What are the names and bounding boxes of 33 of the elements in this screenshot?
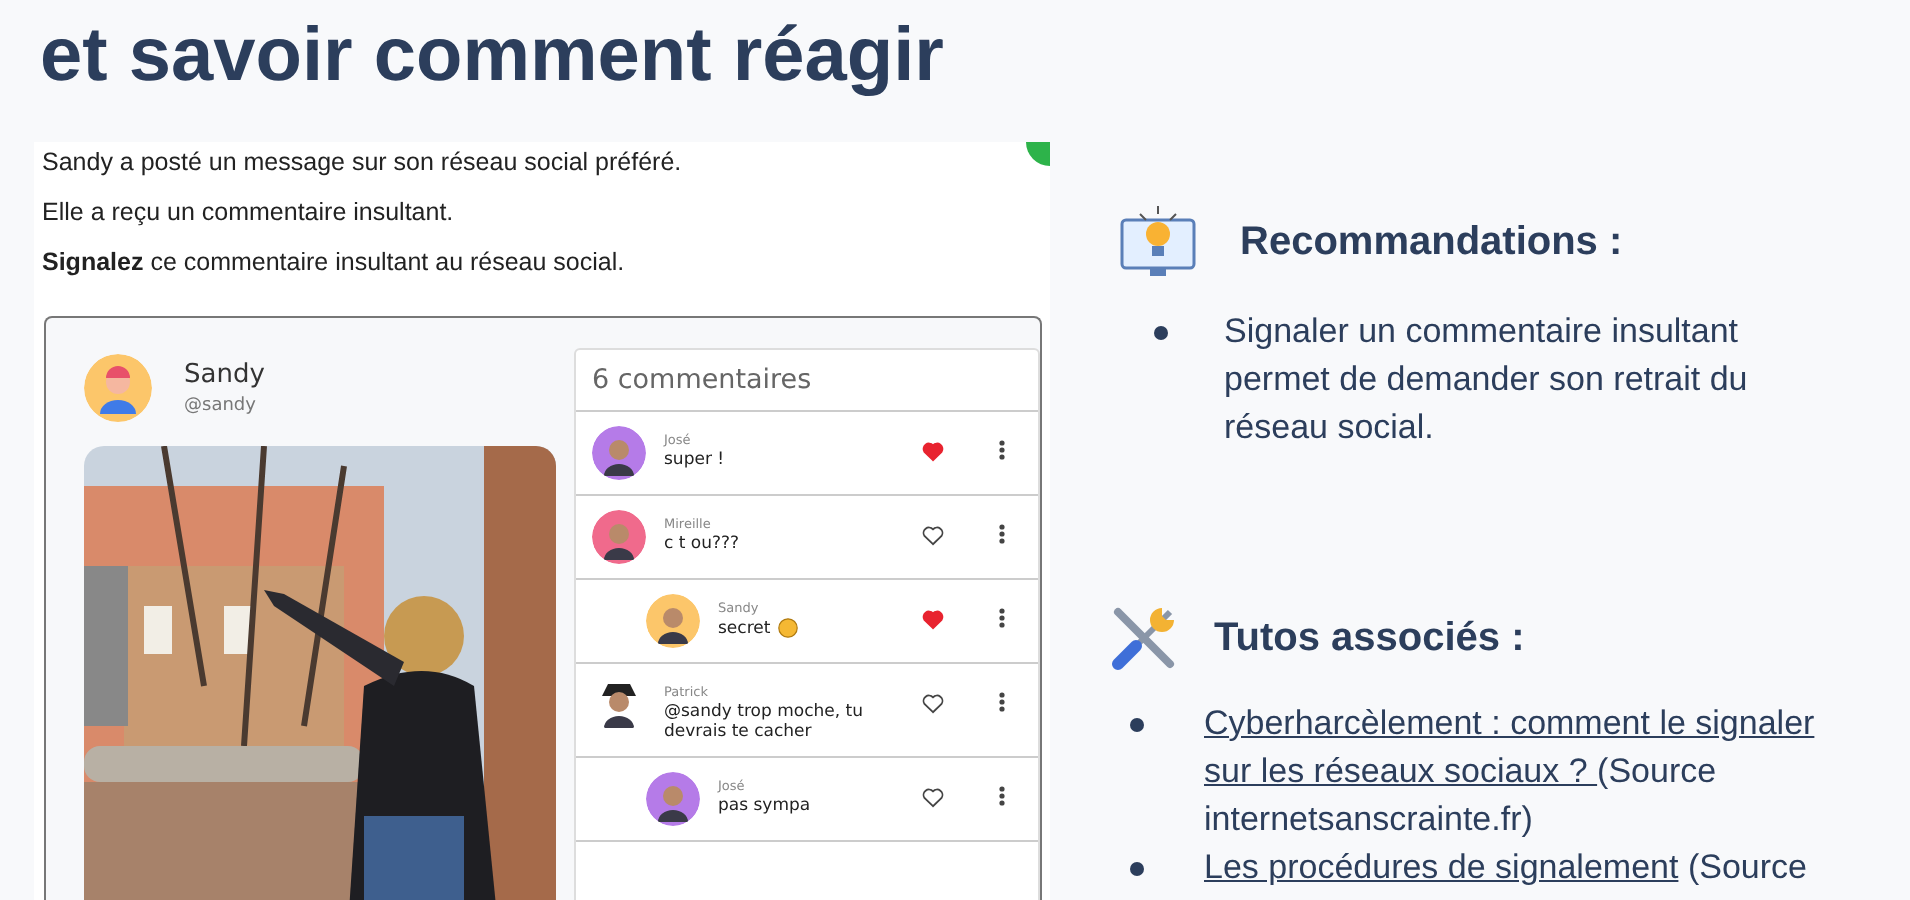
page-title: et savoir comment réagir [38,12,946,100]
instruction-text: Elle a reçu un commentaire insultant. [42,198,456,228]
bullet-icon [1154,326,1168,340]
more-options-icon[interactable] [998,440,1006,461]
tutorial-link-text[interactable]: Cyberharcèlement : comment le signaler sur les réseaux sociaux ? (Source internetsanscrainte.fr) [1204,700,1850,844]
comment-text: c t ou??? [664,534,740,555]
tutorial-link-text[interactable]: Les procédures de signalement (Source [1204,844,1807,892]
heart-icon[interactable] [922,442,944,463]
more-options-icon[interactable] [998,786,1006,807]
comment-text: secret [718,619,771,640]
section-heading: Tutos associés : [1214,614,1525,662]
author-handle: @sandy [184,394,258,420]
lightbulb-monitor-icon [1120,204,1196,280]
comment-text: super ! [664,450,725,471]
avatar-icon [84,354,152,422]
heart-icon[interactable] [922,610,944,631]
heart-icon[interactable] [922,788,944,809]
more-options-icon[interactable] [998,524,1006,545]
comment-text: pas sympa [718,796,811,817]
section-heading: Recommandations : [1240,218,1623,266]
tools-icon [1110,604,1178,672]
heart-icon[interactable] [922,526,944,547]
instruction-text: Signalez ce commentaire insultant au réseau social. [42,248,627,278]
bullet-icon [1130,718,1144,732]
instruction-text: Sandy a posté un message sur son réseau social préféré. [42,148,684,178]
author-name: Sandy [184,357,265,393]
more-options-icon[interactable] [998,692,1006,713]
recommendation-text: Signaler un commentaire insultant permet de demander son retrait du réseau social. [1224,310,1750,450]
more-options-icon[interactable] [998,608,1006,629]
comment-text: @sandy trop moche, tu devrais te cacher [664,702,863,743]
comments-count: 6 commentaires [576,350,1038,413]
bullet-icon [1130,862,1144,876]
heart-icon[interactable] [922,694,944,715]
